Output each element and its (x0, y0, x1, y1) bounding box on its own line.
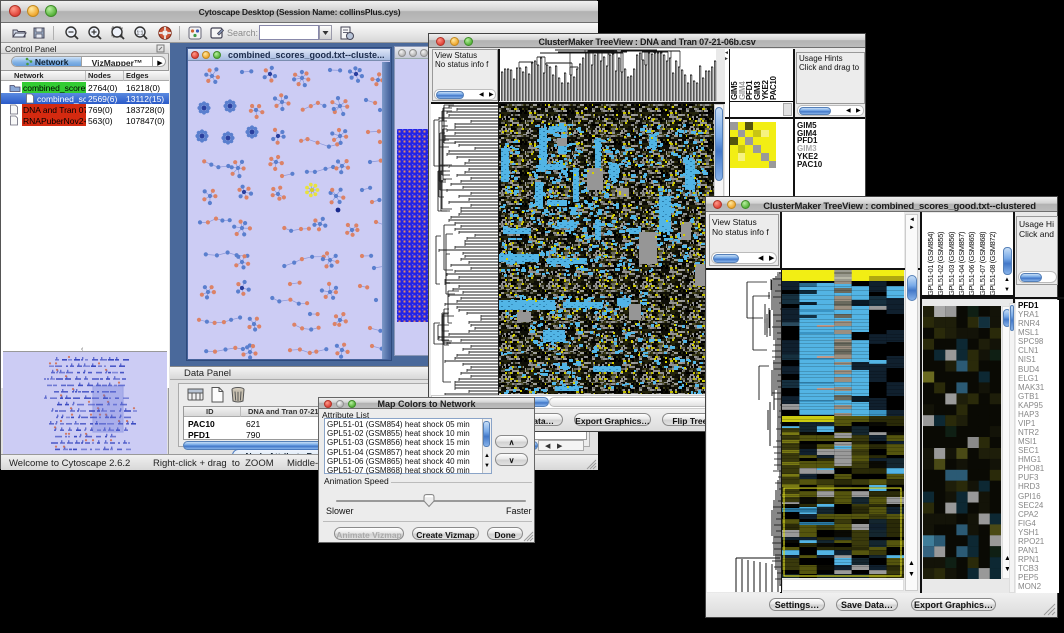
svg-text:1:1: 1:1 (137, 31, 144, 37)
